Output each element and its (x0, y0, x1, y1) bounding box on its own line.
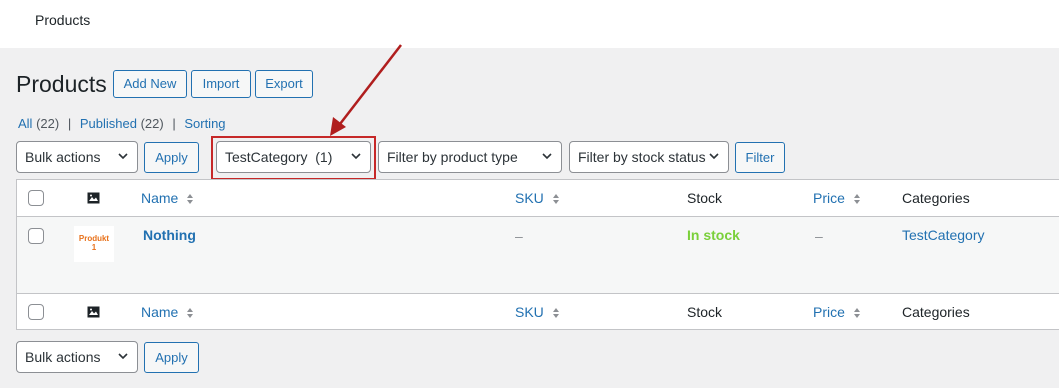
annotation-arrow-icon (330, 44, 402, 136)
